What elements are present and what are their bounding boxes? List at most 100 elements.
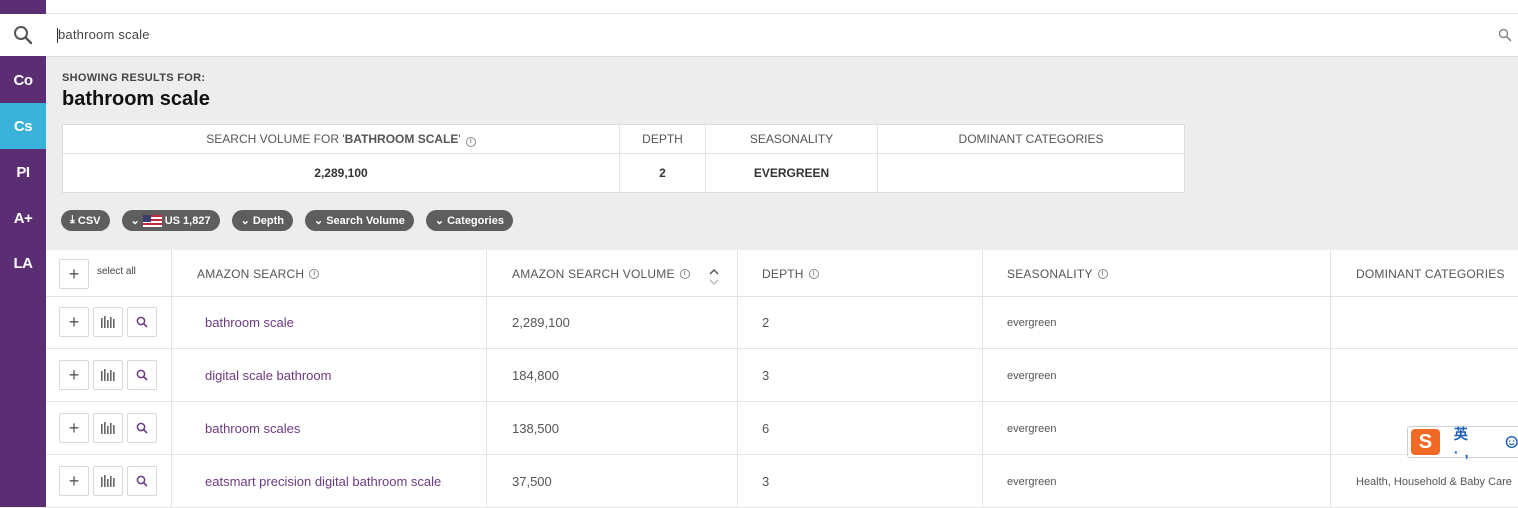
magnifier-icon (136, 316, 148, 328)
add-keyword-button[interactable]: + (59, 360, 89, 390)
country-filter-button[interactable]: ⌄ US 1,827 (121, 210, 220, 231)
info-icon[interactable]: i (465, 137, 476, 147)
sogou-logo-icon: S (1411, 429, 1440, 455)
ime-mode-label[interactable]: 英 ·, (1454, 424, 1503, 460)
sort-arrows-icon[interactable] (709, 268, 719, 286)
search-volume-cell: 138,500 (512, 421, 559, 436)
text-cursor (57, 28, 58, 43)
summary-header-volume-term: BATHROOM SCALE (344, 132, 459, 146)
header-depth-label: DEPTH (762, 266, 804, 281)
summary-header-volume-prefix: SEARCH VOLUME FOR ' (206, 132, 345, 146)
summary-categories-value (878, 154, 1184, 192)
sidebar-item-la[interactable]: LA (0, 240, 46, 286)
keyword-link[interactable]: bathroom scales (205, 402, 300, 455)
header-depth[interactable]: DEPTH i (762, 250, 819, 297)
table-row: + bathroom scale 2,289,100 2 evergreen (46, 296, 1518, 349)
table-row: + digital scale bathroom 184,800 3 everg… (46, 349, 1518, 402)
table-header: + select all AMAZON SEARCH i AMAZON SEARC… (46, 250, 1518, 297)
table-row: + bathroom scales 138,500 6 evergreen (46, 402, 1518, 455)
depth-cell: 3 (762, 368, 770, 383)
summary-header-volume: SEARCH VOLUME FOR 'BATHROOM SCALE' i (63, 125, 620, 154)
header-categories-label: DOMINANT CATEGORIES (1356, 266, 1505, 281)
keyword-link[interactable]: eatsmart precision digital bathroom scal… (205, 455, 441, 508)
header-seasonality-label: SEASONALITY (1007, 266, 1093, 281)
chevron-down-icon: ⌄ (434, 215, 445, 227)
summary-seasonality-value: EVERGREEN (706, 154, 878, 192)
sidebar-item-cs[interactable]: Cs (0, 103, 46, 149)
bar-chart-icon (101, 475, 115, 487)
add-keyword-button[interactable]: + (59, 466, 89, 496)
info-icon[interactable]: i (1097, 268, 1108, 279)
summary-depth-value: 2 (620, 154, 706, 192)
sidebar-item-aplus[interactable]: A+ (0, 195, 46, 241)
summary-table: SEARCH VOLUME FOR 'BATHROOM SCALE' i DEPT… (62, 124, 1185, 193)
depth-label: Depth (252, 214, 284, 227)
search-submit-icon[interactable] (1498, 28, 1512, 42)
info-icon[interactable]: i (808, 268, 819, 279)
sidebar-item-co[interactable]: Co (0, 57, 46, 103)
bar-chart-icon (101, 422, 115, 434)
add-keyword-button[interactable]: + (59, 413, 89, 443)
magnifier-icon (136, 369, 148, 381)
sidebar-item-pi[interactable]: PI (0, 149, 46, 195)
search-keyword-button[interactable] (127, 307, 157, 337)
seasonality-cell: evergreen (1007, 475, 1057, 488)
keyword-link[interactable]: bathroom scale (205, 296, 294, 349)
categories-label: Categories (447, 214, 504, 227)
csv-export-button[interactable]: ⤓ CSV (61, 210, 110, 231)
header-amazon-search-volume[interactable]: AMAZON SEARCH VOLUME i (512, 250, 690, 297)
results-table: + select all AMAZON SEARCH i AMAZON SEARC… (46, 250, 1518, 508)
chevron-down-icon: ⌄ (240, 215, 250, 227)
info-icon[interactable]: i (309, 268, 320, 279)
add-keyword-button[interactable]: + (59, 307, 89, 337)
header-amazon-search-label: AMAZON SEARCH (197, 266, 305, 281)
filter-chips: ⤓ CSV ⌄ US 1,827 ⌄ Depth ⌄ Search Volume ⌄ Ca… (61, 210, 513, 231)
bar-chart-icon (101, 316, 115, 328)
select-all-add-button[interactable]: + (59, 259, 89, 289)
smiley-icon[interactable] (1505, 435, 1518, 449)
summary-header-depth: DEPTH (620, 125, 706, 154)
search-keyword-button[interactable] (127, 360, 157, 390)
header-amazon-search[interactable]: AMAZON SEARCH i (197, 250, 320, 297)
chevron-down-icon: ⌄ (130, 215, 140, 227)
sidebar: Co Cs PI A+ LA (0, 0, 46, 507)
chevron-down-icon: ⌄ (313, 215, 324, 227)
search-icon-cell[interactable] (0, 14, 46, 56)
categories-filter-button[interactable]: ⌄ Categories (425, 210, 513, 231)
search-volume-label: Search Volume (326, 214, 405, 227)
search-volume-filter-button[interactable]: ⌄ Search Volume (304, 210, 414, 231)
select-all-label[interactable]: select all (97, 266, 136, 277)
search-volume-cell: 37,500 (512, 474, 552, 489)
info-icon[interactable]: i (679, 268, 690, 279)
bar-chart-button[interactable] (93, 413, 123, 443)
showing-results-label: SHOWING RESULTS FOR: (62, 72, 206, 84)
search-volume-cell: 2,289,100 (512, 315, 570, 330)
table-row: + eatsmart precision digital bathroom sc… (46, 455, 1518, 508)
seasonality-cell: evergreen (1007, 369, 1057, 382)
results-term: bathroom scale (62, 88, 210, 110)
bar-chart-button[interactable] (93, 360, 123, 390)
download-icon: ⤓ (70, 214, 75, 226)
bar-chart-button[interactable] (93, 466, 123, 496)
search-keyword-button[interactable] (127, 466, 157, 496)
ime-toolbar[interactable]: S 英 ·, (1407, 424, 1518, 460)
bar-chart-icon (101, 369, 115, 381)
csv-label: CSV (77, 214, 101, 227)
top-strip (46, 0, 1518, 14)
search-volume-cell: 184,800 (512, 368, 559, 383)
country-label: US 1,827 (164, 214, 211, 227)
search-icon (14, 26, 33, 45)
search-bar[interactable]: bathroom scale (46, 14, 1518, 57)
bar-chart-button[interactable] (93, 307, 123, 337)
header-dominant-categories[interactable]: DOMINANT CATEGORIES (1356, 250, 1505, 297)
magnifier-icon (136, 475, 148, 487)
depth-filter-button[interactable]: ⌄ Depth (231, 210, 293, 231)
us-flag-icon (142, 214, 162, 227)
keyword-link[interactable]: digital scale bathroom (205, 349, 331, 402)
header-seasonality[interactable]: SEASONALITY i (1007, 250, 1108, 297)
search-input[interactable]: bathroom scale (58, 27, 150, 42)
summary-header-seasonality: SEASONALITY (706, 125, 878, 154)
seasonality-cell: evergreen (1007, 422, 1057, 435)
magnifier-icon (136, 422, 148, 434)
search-keyword-button[interactable] (127, 413, 157, 443)
